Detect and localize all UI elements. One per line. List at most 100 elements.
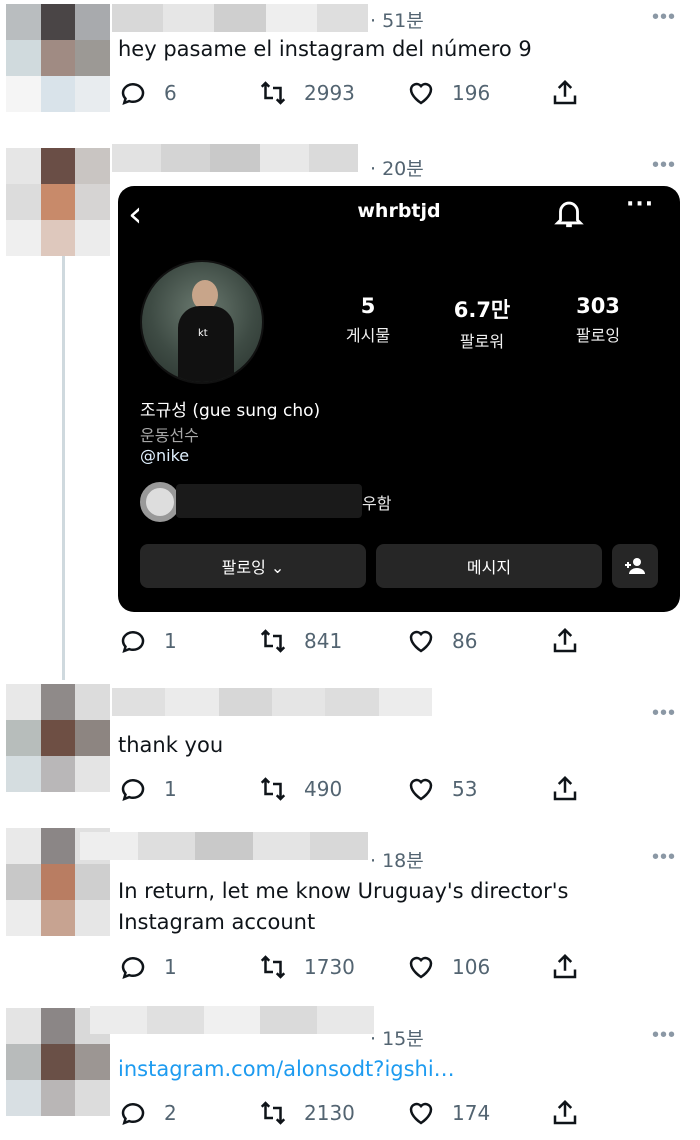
- reply-button[interactable]: 1: [118, 950, 177, 984]
- photo-badge: kt: [198, 328, 208, 339]
- retweet-count: 2993: [304, 81, 355, 105]
- tweet-link[interactable]: instagram.com/alonsodt?igshi…: [118, 1054, 455, 1085]
- retweet-icon: [260, 629, 286, 653]
- username-blurred[interactable]: [112, 688, 432, 716]
- posts-count: 5: [360, 294, 376, 318]
- retweet-icon: [260, 777, 286, 801]
- following-stat: 303 팔로잉: [548, 294, 648, 346]
- retweet-button[interactable]: 2993: [258, 76, 355, 110]
- tweet-time[interactable]: · 15분: [370, 1024, 424, 1051]
- more-options-icon: ···: [626, 192, 655, 217]
- username-blurred[interactable]: [80, 832, 368, 860]
- bell-icon: [554, 201, 584, 228]
- like-button[interactable]: 196: [406, 76, 490, 110]
- mutual-followers-suffix: 우함: [362, 494, 392, 513]
- add-person-icon: [625, 558, 645, 574]
- reply-button[interactable]: 6: [118, 76, 177, 110]
- reply-button[interactable]: 1: [118, 772, 177, 806]
- retweet-count: 490: [304, 777, 343, 801]
- avatar-blurred[interactable]: [6, 684, 110, 792]
- tweet-actions: 6 2993 196: [118, 76, 598, 110]
- username-blurred[interactable]: [112, 144, 359, 172]
- tweet-text-line-2: Instagram account: [118, 910, 316, 934]
- tweet-actions: 2 2130 174: [118, 1096, 598, 1130]
- like-icon: [409, 82, 433, 105]
- profile-photo: kt: [140, 260, 264, 384]
- share-icon: [553, 953, 577, 979]
- avatar-blurred[interactable]: [6, 148, 110, 256]
- retweet-button[interactable]: 2130: [258, 1096, 355, 1130]
- like-count: 174: [452, 1101, 491, 1125]
- username-blurred[interactable]: [112, 4, 369, 32]
- more-options-icon[interactable]: •••: [652, 1024, 676, 1047]
- reply-button[interactable]: 1: [118, 624, 177, 658]
- tweet-time[interactable]: · 20분: [370, 154, 424, 181]
- like-count: 196: [452, 81, 491, 105]
- retweet-count: 2130: [304, 1101, 355, 1125]
- reply-icon: [121, 83, 145, 106]
- like-count: 86: [452, 629, 478, 653]
- instagram-username: whrbtjd: [357, 200, 441, 222]
- share-button[interactable]: [550, 76, 580, 110]
- share-icon: [553, 627, 577, 653]
- like-count: 106: [452, 955, 491, 979]
- like-button[interactable]: 53: [406, 772, 477, 806]
- avatar-blurred[interactable]: [6, 4, 110, 112]
- share-button[interactable]: [550, 624, 580, 658]
- mutual-followers-redacted: [176, 484, 362, 518]
- reply-count: 1: [164, 629, 177, 653]
- more-options-icon[interactable]: •••: [652, 846, 676, 869]
- profile-category: 운동선수: [140, 426, 199, 445]
- posts-stat: 5 게시물: [318, 294, 418, 346]
- more-options-icon[interactable]: •••: [652, 702, 676, 725]
- mutual-follower-avatar: [140, 482, 180, 522]
- retweet-button[interactable]: 841: [258, 624, 342, 658]
- tweet-actions: 1 490 53: [118, 772, 598, 806]
- retweet-count: 1730: [304, 955, 355, 979]
- profile-name: 조규성 (gue sung cho): [140, 401, 321, 421]
- instagram-profile-image[interactable]: ‹ whrbtjd ··· kt 5 게시물 6.7만 팔로워 303 팔로잉 …: [118, 186, 680, 612]
- followers-stat: 6.7만 팔로워: [432, 294, 532, 352]
- retweet-button[interactable]: 490: [258, 772, 342, 806]
- reply-icon: [121, 1103, 145, 1126]
- following-label: 팔로잉: [575, 326, 621, 345]
- following-count: 303: [576, 294, 620, 318]
- reply-icon: [121, 631, 145, 654]
- add-person-button: [612, 544, 658, 588]
- tweet[interactable]: · 51분 ••• hey pasame el instagram del nú…: [0, 0, 700, 140]
- tweet-time[interactable]: · 51분: [370, 6, 424, 33]
- username-blurred[interactable]: [90, 1006, 374, 1034]
- tweet[interactable]: · 15분 ••• instagram.com/alonsodt?igshi… …: [0, 1002, 700, 1140]
- like-button[interactable]: 86: [406, 624, 477, 658]
- tweet-text: hey pasame el instagram del número 9: [118, 37, 532, 61]
- tweet-actions: 1 1730 106: [118, 950, 598, 984]
- profile-link: @nike: [140, 446, 190, 465]
- followers-count: 6.7만: [453, 298, 511, 322]
- like-button[interactable]: 174: [406, 1096, 490, 1130]
- retweet-icon: [260, 1101, 286, 1125]
- reply-count: 1: [164, 955, 177, 979]
- tweet-time[interactable]: · 18분: [370, 846, 424, 873]
- share-icon: [553, 79, 577, 105]
- reply-button[interactable]: 2: [118, 1096, 177, 1130]
- like-icon: [409, 956, 433, 979]
- share-button[interactable]: [550, 772, 580, 806]
- like-count: 53: [452, 777, 478, 801]
- share-icon: [553, 1099, 577, 1125]
- reply-count: 6: [164, 81, 177, 105]
- more-options-icon[interactable]: •••: [652, 6, 676, 29]
- share-button[interactable]: [550, 1096, 580, 1130]
- tweet[interactable]: ••• thank you 1 490 53: [0, 684, 700, 820]
- retweet-count: 841: [304, 629, 343, 653]
- retweet-button[interactable]: 1730: [258, 950, 355, 984]
- retweet-icon: [260, 955, 286, 979]
- reply-icon: [121, 957, 145, 980]
- share-icon: [553, 775, 577, 801]
- like-icon: [409, 778, 433, 801]
- posts-label: 게시물: [345, 326, 391, 345]
- share-button[interactable]: [550, 950, 580, 984]
- like-button[interactable]: 106: [406, 950, 490, 984]
- more-options-icon[interactable]: •••: [652, 154, 676, 177]
- tweet[interactable]: · 18분 ••• In return, let me know Uruguay…: [0, 828, 700, 998]
- tweet-actions: 1 841 86: [118, 624, 598, 658]
